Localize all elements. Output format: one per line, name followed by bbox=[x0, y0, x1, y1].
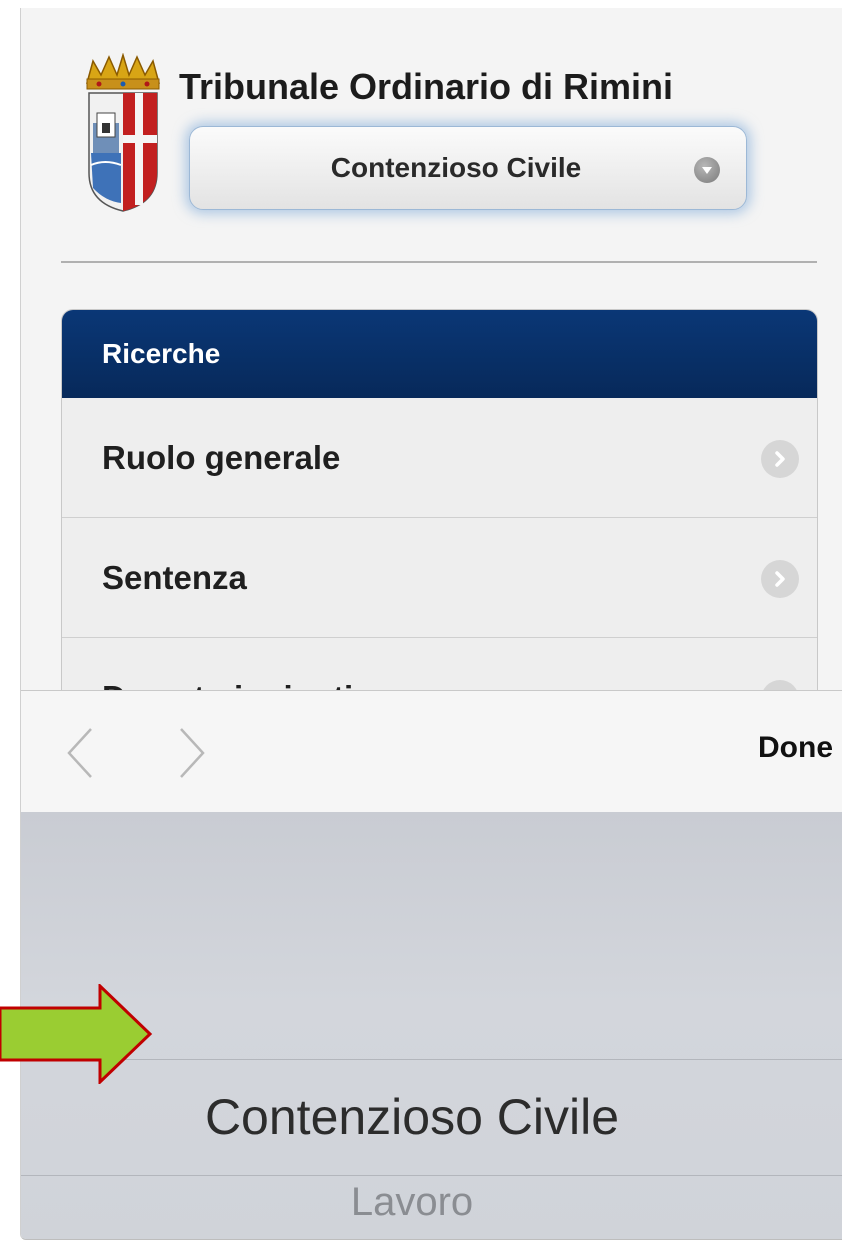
header-divider bbox=[61, 261, 817, 263]
court-title: Tribunale Ordinario di Rimini bbox=[179, 66, 674, 107]
dropdown-arrow-icon bbox=[694, 157, 720, 183]
list-item-ruolo-generale[interactable]: Ruolo generale bbox=[62, 398, 817, 518]
coat-of-arms-logo bbox=[83, 52, 163, 215]
list-item-sentenza[interactable]: Sentenza bbox=[62, 518, 817, 638]
section-select-value: Contenzioso Civile bbox=[330, 152, 582, 183]
chevron-left-icon[interactable] bbox=[61, 725, 101, 781]
chevron-right-icon bbox=[761, 440, 799, 478]
chevron-right-icon bbox=[761, 560, 799, 598]
keyboard-accessory-bar: Done bbox=[21, 690, 842, 812]
list-item-label: Ruolo generale bbox=[102, 438, 341, 476]
picker-option-label: Contenzioso Civile bbox=[204, 1089, 620, 1145]
annotation-arrow-icon bbox=[0, 982, 160, 1086]
section-select[interactable]: Contenzioso Civile bbox=[189, 126, 747, 210]
chevron-right-icon[interactable] bbox=[171, 725, 211, 781]
picker-option-label: Lavoro bbox=[350, 1179, 474, 1224]
list-header: Ricerche bbox=[62, 310, 817, 398]
picker-option[interactable]: Lavoro bbox=[21, 1172, 842, 1232]
done-button[interactable]: Done bbox=[758, 731, 833, 765]
searches-list: Ricerche Ruolo generale Sentenza Decreto… bbox=[61, 309, 818, 729]
list-item-label: Sentenza bbox=[102, 558, 247, 596]
